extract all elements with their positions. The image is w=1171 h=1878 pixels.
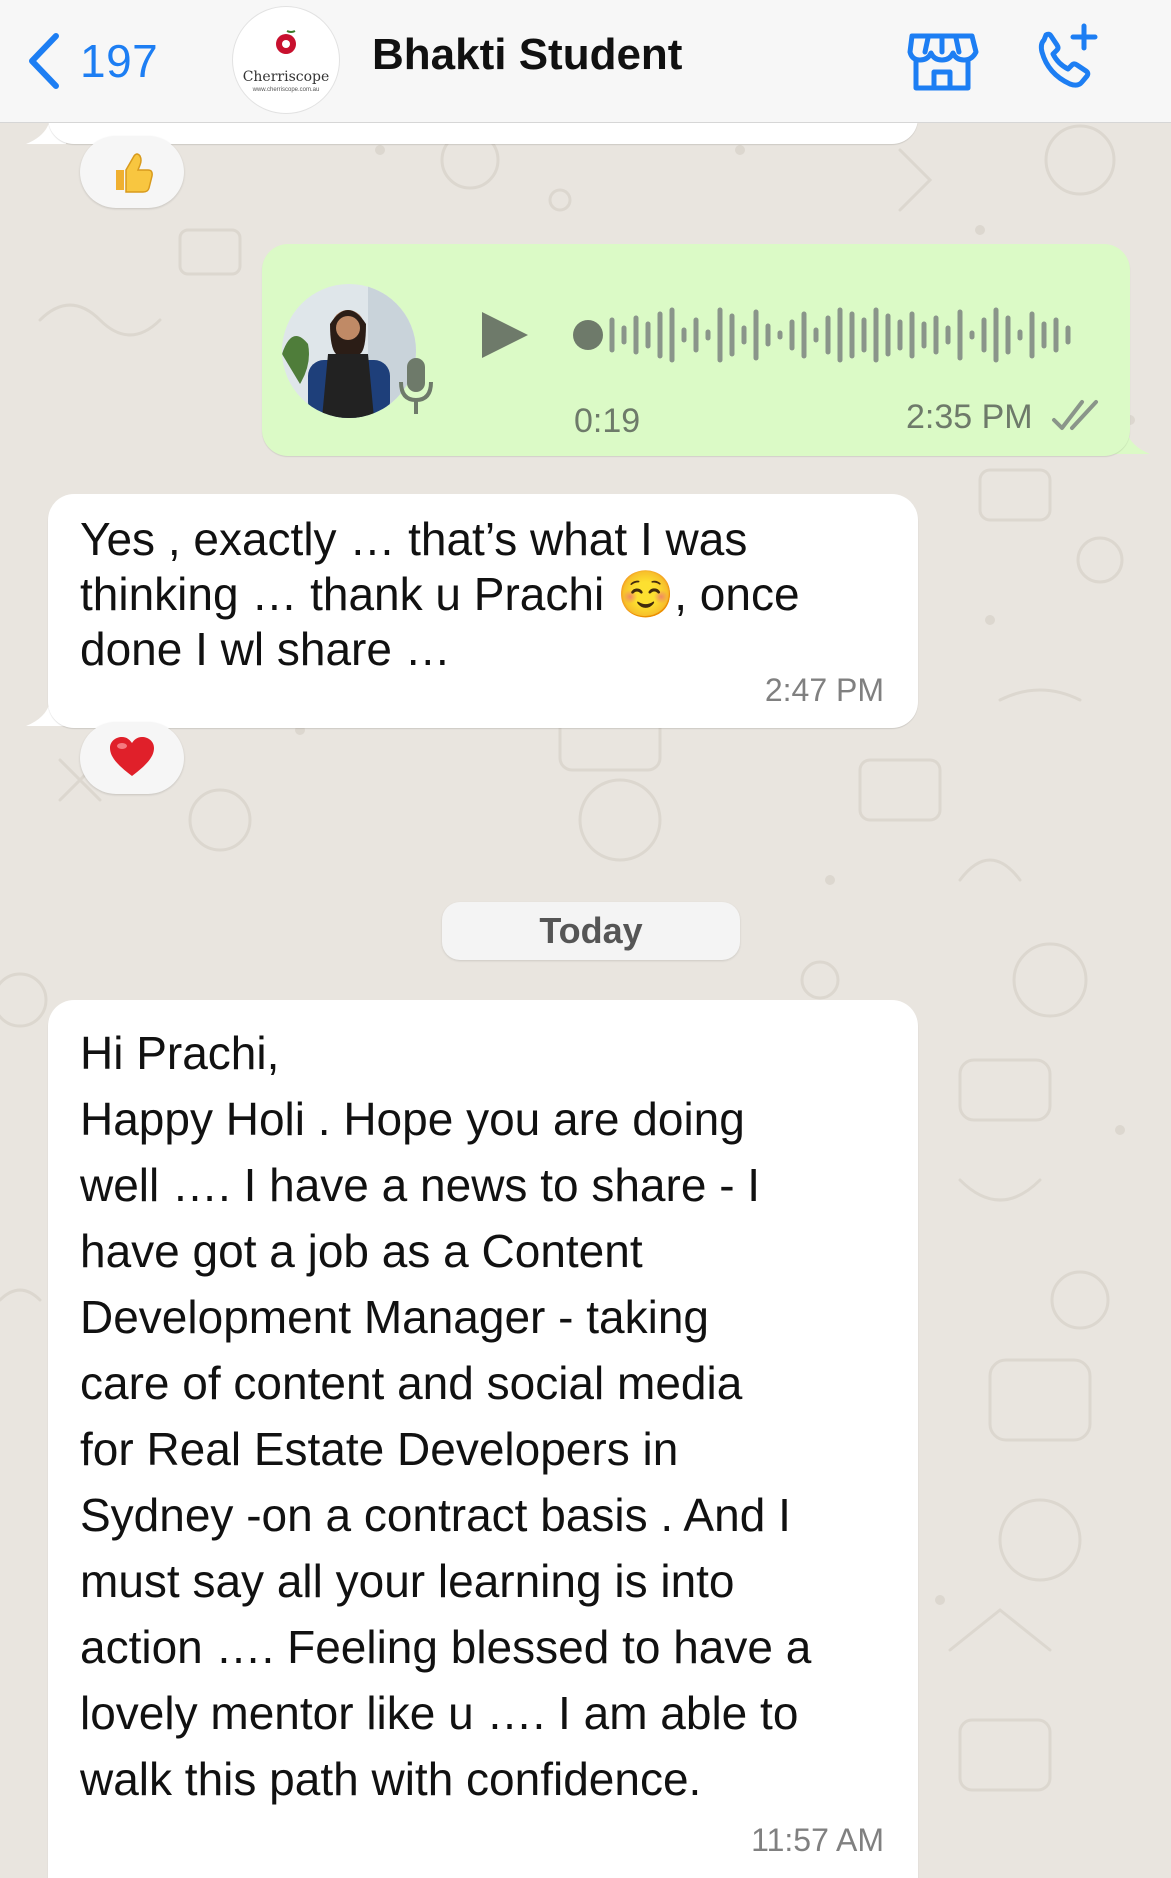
avatar-brand-name: Cherriscope (242, 69, 330, 85)
thumbs-up-icon (116, 153, 153, 193)
add-call-icon (1038, 23, 1098, 88)
back-button[interactable]: 197 (22, 26, 158, 96)
reaction-thumbs-up[interactable] (80, 136, 184, 208)
read-receipt-icon (1052, 400, 1098, 430)
chat-header: 197 Cherriscope www.cherriscope.com.au B… (0, 0, 1171, 123)
avatar-brand-url: www.cherriscope.com.au (252, 87, 320, 93)
voice-duration: 0:19 (574, 402, 641, 440)
message-bubble[interactable]: Yes , exactly … that’s what I was thinki… (48, 494, 918, 728)
reaction-heart[interactable] (80, 722, 184, 794)
audio-waveform[interactable] (570, 300, 1090, 370)
message-time: 2:35 PM (906, 398, 1033, 436)
message-bubble[interactable]: Hi Prachi, Happy Holi . Hope you are doi… (48, 1000, 918, 1878)
message-time: 11:57 AM (751, 1822, 884, 1858)
cherry-logo-icon (276, 30, 296, 54)
contact-avatar[interactable]: Cherriscope www.cherriscope.com.au (232, 6, 340, 114)
message-text: Yes , exactly … that’s what I was thinki… (80, 513, 800, 675)
play-button-icon[interactable] (476, 308, 534, 362)
business-store-button[interactable] (904, 20, 980, 96)
message-time: 2:47 PM (764, 672, 884, 708)
microphone-icon (399, 358, 433, 414)
unread-count: 197 (80, 35, 159, 87)
contact-name[interactable]: Bhakti Student (372, 30, 682, 80)
business-store-icon (907, 33, 979, 91)
add-call-button[interactable] (1028, 20, 1104, 96)
message-text: Hi Prachi, Happy Holi . Hope you are doi… (80, 1027, 812, 1805)
red-heart-icon (110, 737, 154, 776)
date-separator: Today (442, 902, 740, 960)
back-chevron-icon (29, 33, 59, 89)
